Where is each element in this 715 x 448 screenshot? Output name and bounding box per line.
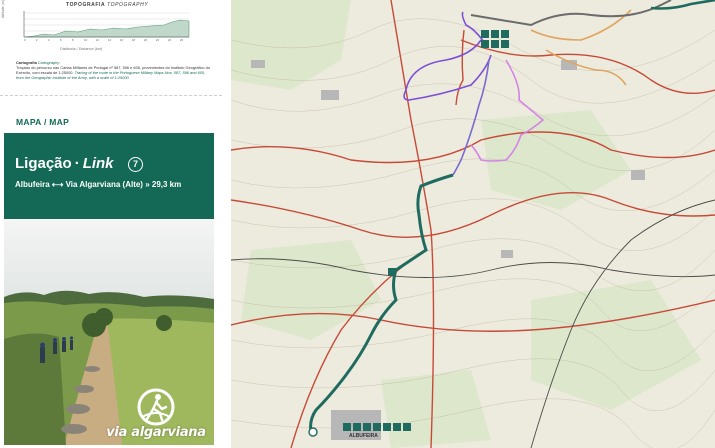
town-label-albufeira: ALBUFEIRA xyxy=(349,433,378,439)
poi-icons-bottom xyxy=(343,423,411,431)
topography-profile: TOPOGRAFIA TOPOGRAPHY Altitude (m) 0246 … xyxy=(0,0,222,58)
svg-text:18: 18 xyxy=(132,38,135,42)
topographic-map xyxy=(231,0,715,448)
topography-title-en: TOPOGRAPHY xyxy=(107,2,149,8)
svg-text:12: 12 xyxy=(96,38,99,42)
route-from: Albufeira xyxy=(15,180,50,189)
svg-text:14: 14 xyxy=(108,38,111,42)
route-map[interactable]: ALBUFEIRA xyxy=(231,0,715,448)
link-title-en: Link xyxy=(82,155,114,172)
svg-text:10: 10 xyxy=(84,38,87,42)
link-info-box: Ligação · Link 7 Albufeira ⟷ Via Algarvian… xyxy=(4,133,214,219)
link-title: Ligação · Link xyxy=(15,155,114,172)
left-panel: TOPOGRAFIA TOPOGRAPHY Altitude (m) 0246 … xyxy=(0,0,222,448)
svg-text:8: 8 xyxy=(72,38,74,42)
start-point-marker xyxy=(308,427,318,437)
svg-text:26: 26 xyxy=(180,38,183,42)
elevation-chart: 0246 8 10 12 14 16 18 20 22 24 26 xyxy=(23,11,190,42)
map-heading: MAPA / MAP xyxy=(16,117,70,127)
svg-text:0: 0 xyxy=(24,38,26,42)
cartography-note: Cartografia Cartography Traçado do percu… xyxy=(16,60,214,80)
divider xyxy=(0,95,222,96)
link-number-badge: 7 xyxy=(128,157,143,172)
topography-title: TOPOGRAFIA TOPOGRAPHY xyxy=(66,2,148,8)
trail-photo: via algarviana xyxy=(4,219,214,445)
svg-text:20: 20 xyxy=(144,38,147,42)
topography-x-label: Distância / Distance (km) xyxy=(60,47,103,51)
double-arrow-icon: ⟷ xyxy=(51,180,64,189)
hiker-emblem-icon xyxy=(137,388,175,426)
poi-icon-middle xyxy=(388,268,396,276)
svg-text:4: 4 xyxy=(48,38,50,42)
svg-text:22: 22 xyxy=(156,38,159,42)
title-separator: · xyxy=(74,155,80,172)
svg-text:16: 16 xyxy=(120,38,123,42)
via-algarviana-logo: via algarviana xyxy=(102,387,210,443)
route-to-distance: Via Algarviana (Alte) » 29,3 km xyxy=(65,180,182,189)
svg-text:24: 24 xyxy=(168,38,171,42)
logo-text: via algarviana xyxy=(106,425,206,440)
svg-text:6: 6 xyxy=(60,38,62,42)
svg-text:2: 2 xyxy=(36,38,38,42)
link-title-pt: Ligação xyxy=(15,155,72,172)
topography-title-pt: TOPOGRAFIA xyxy=(66,2,106,8)
topography-y-label: Altitude (m) xyxy=(1,0,5,18)
route-summary: Albufeira ⟷ Via Algarviana (Alte) » 29,3… xyxy=(15,180,181,189)
